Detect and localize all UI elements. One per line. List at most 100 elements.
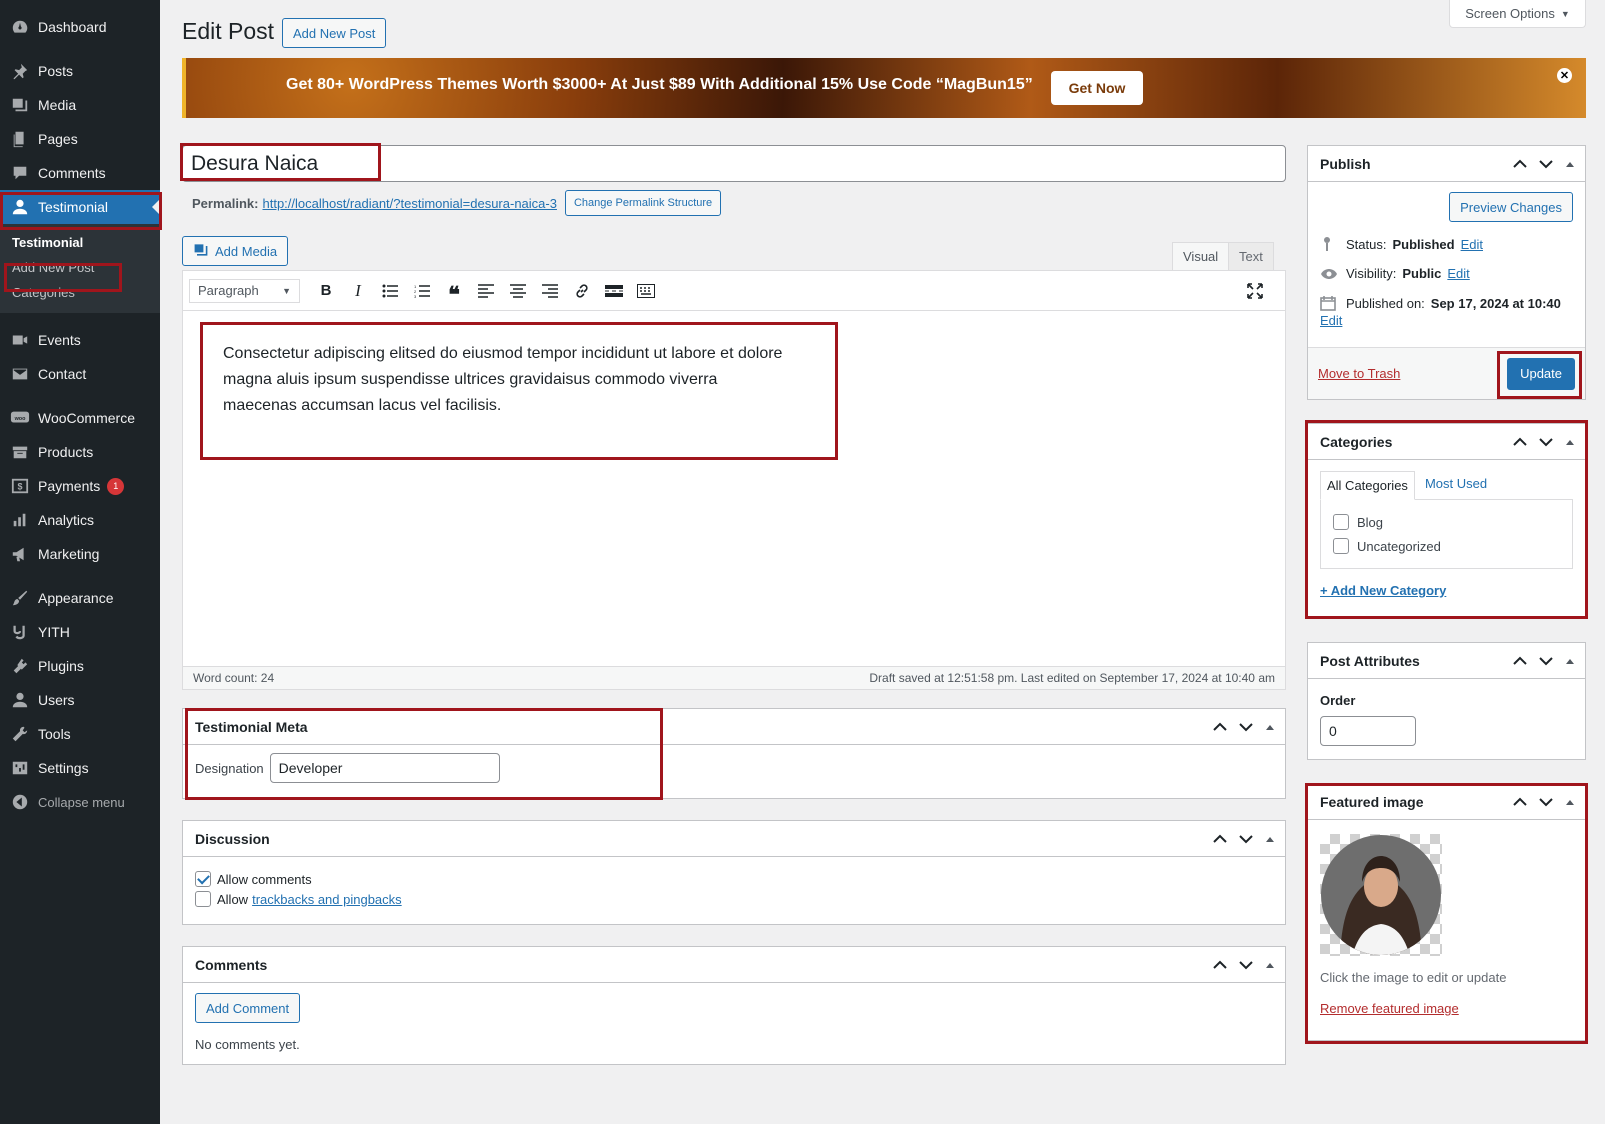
allow-trackbacks-checkbox[interactable] (195, 891, 211, 907)
bar-chart-icon (10, 510, 30, 530)
tab-most-used[interactable]: Most Used (1415, 470, 1493, 499)
tab-text[interactable]: Text (1228, 242, 1274, 270)
content-editor: Paragraph ▼ B I 123 ❝ Consectetur adipis… (182, 270, 1286, 690)
tab-all-categories[interactable]: All Categories (1320, 471, 1415, 500)
collapse-triangle-icon[interactable] (1565, 438, 1575, 446)
sidebar-item-woocommerce[interactable]: woo WooCommerce (0, 401, 160, 435)
sidebar-item-users[interactable]: Users (0, 683, 160, 717)
word-count: Word count: 24 (193, 671, 275, 685)
user-icon (10, 197, 30, 217)
submenu-add-new-post[interactable]: Add New Post (0, 255, 160, 280)
category-uncategorized-checkbox[interactable] (1333, 538, 1349, 554)
move-down-icon[interactable] (1239, 834, 1253, 844)
bold-icon[interactable]: B (310, 277, 342, 305)
move-up-icon[interactable] (1213, 834, 1227, 844)
move-up-icon[interactable] (1513, 437, 1527, 447)
preview-changes-button[interactable]: Preview Changes (1449, 192, 1573, 222)
collapse-triangle-icon[interactable] (1265, 835, 1275, 843)
category-blog-checkbox[interactable] (1333, 514, 1349, 530)
update-button[interactable]: Update (1507, 357, 1575, 390)
collapse-triangle-icon[interactable] (1265, 723, 1275, 731)
post-title-input[interactable] (182, 145, 1286, 182)
sidebar-item-settings[interactable]: Settings (0, 751, 160, 785)
format-select[interactable]: Paragraph ▼ (189, 278, 300, 303)
dashboard-icon (10, 17, 30, 37)
visibility-value: Public (1402, 266, 1442, 281)
fullscreen-icon[interactable] (1239, 277, 1271, 305)
submenu-categories[interactable]: Categories (0, 280, 160, 305)
collapse-triangle-icon[interactable] (1565, 160, 1575, 168)
move-up-icon[interactable] (1513, 159, 1527, 169)
add-new-post-button[interactable]: Add New Post (282, 18, 387, 48)
sidebar-item-label: Dashboard (38, 19, 107, 35)
move-up-icon[interactable] (1513, 656, 1527, 666)
sidebar-item-posts[interactable]: Posts (0, 54, 160, 88)
sidebar-item-analytics[interactable]: Analytics (0, 503, 160, 537)
editor-content[interactable]: Consectetur adipiscing elitsed do eiusmo… (183, 311, 823, 449)
move-up-icon[interactable] (1513, 797, 1527, 807)
edit-status-link[interactable]: Edit (1461, 237, 1483, 252)
discussion-title: Discussion (195, 830, 270, 847)
move-down-icon[interactable] (1539, 437, 1553, 447)
move-down-icon[interactable] (1539, 797, 1553, 807)
italic-icon[interactable]: I (342, 277, 374, 305)
tab-visual[interactable]: Visual (1172, 242, 1230, 270)
sidebar-item-comments[interactable]: Comments (0, 156, 160, 190)
move-down-icon[interactable] (1239, 722, 1253, 732)
megaphone-icon (10, 544, 30, 564)
trackbacks-link[interactable]: trackbacks and pingbacks (252, 892, 402, 907)
sidebar-item-marketing[interactable]: Marketing (0, 537, 160, 571)
move-up-icon[interactable] (1213, 960, 1227, 970)
move-down-icon[interactable] (1239, 960, 1253, 970)
sidebar-item-label: WooCommerce (38, 410, 135, 426)
numbered-list-icon[interactable]: 123 (406, 277, 438, 305)
collapse-triangle-icon[interactable] (1565, 657, 1575, 665)
get-now-button[interactable]: Get Now (1051, 71, 1143, 105)
order-input[interactable] (1320, 716, 1416, 746)
sidebar-item-events[interactable]: Events (0, 323, 160, 357)
sidebar-item-payments[interactable]: $ Payments 1 (0, 469, 160, 503)
align-left-icon[interactable] (470, 277, 502, 305)
sidebar-item-yith[interactable]: YITH (0, 615, 160, 649)
change-permalink-button[interactable]: Change Permalink Structure (564, 190, 722, 216)
allow-comments-checkbox[interactable] (195, 871, 211, 887)
keyboard-icon[interactable] (630, 277, 662, 305)
edit-visibility-link[interactable]: Edit (1447, 266, 1469, 281)
collapse-triangle-icon[interactable] (1565, 798, 1575, 806)
sidebar-item-dashboard[interactable]: Dashboard (0, 10, 160, 44)
submenu-testimonial[interactable]: Testimonial (0, 230, 160, 255)
link-icon[interactable] (566, 277, 598, 305)
sidebar-item-appearance[interactable]: Appearance (0, 581, 160, 615)
move-down-icon[interactable] (1539, 656, 1553, 666)
sidebar-item-label: Pages (38, 131, 78, 147)
featured-image-thumbnail[interactable] (1320, 834, 1442, 956)
move-down-icon[interactable] (1539, 159, 1553, 169)
align-center-icon[interactable] (502, 277, 534, 305)
move-up-icon[interactable] (1213, 722, 1227, 732)
sidebar-item-plugins[interactable]: Plugins (0, 649, 160, 683)
add-comment-button[interactable]: Add Comment (195, 993, 301, 1023)
banner-accent (182, 58, 186, 118)
screen-options-button[interactable]: Screen Options ▼ (1449, 0, 1586, 28)
align-right-icon[interactable] (534, 277, 566, 305)
remove-featured-image-link[interactable]: Remove featured image (1320, 1001, 1459, 1016)
sidebar-item-testimonial[interactable]: Testimonial (0, 190, 160, 224)
read-more-icon[interactable] (598, 277, 630, 305)
collapse-triangle-icon[interactable] (1265, 961, 1275, 969)
featured-image-box: Featured image Click the image to edit o… (1307, 783, 1586, 1041)
close-icon[interactable]: ✕ (1557, 68, 1572, 83)
bullet-list-icon[interactable] (374, 277, 406, 305)
permalink-link[interactable]: http://localhost/radiant/?testimonial=de… (262, 196, 556, 211)
sidebar-item-media[interactable]: Media (0, 88, 160, 122)
add-media-button[interactable]: Add Media (182, 236, 289, 266)
quote-icon[interactable]: ❝ (438, 277, 470, 305)
edit-date-link[interactable]: Edit (1320, 313, 1573, 328)
add-new-category-link[interactable]: + Add New Category (1320, 583, 1446, 598)
sidebar-item-products[interactable]: Products (0, 435, 160, 469)
sidebar-item-tools[interactable]: Tools (0, 717, 160, 751)
move-to-trash-link[interactable]: Move to Trash (1318, 366, 1400, 381)
designation-input[interactable] (269, 753, 500, 783)
sidebar-item-contact[interactable]: Contact (0, 357, 160, 391)
collapse-menu-button[interactable]: Collapse menu (0, 785, 160, 819)
sidebar-item-pages[interactable]: Pages (0, 122, 160, 156)
